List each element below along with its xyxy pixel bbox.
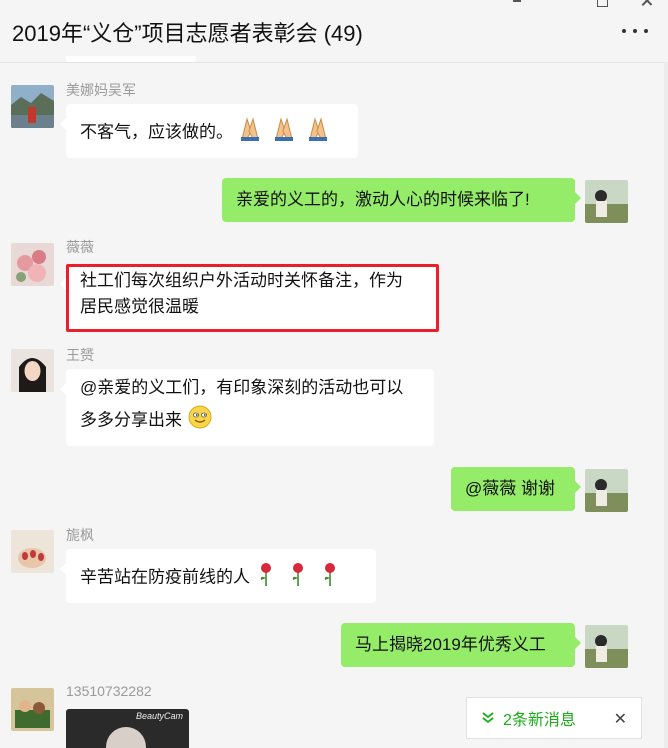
avatar[interactable] xyxy=(11,530,54,573)
self-avatar[interactable] xyxy=(585,180,628,223)
message-text: @薇薇 谢谢 xyxy=(465,479,555,498)
avatar[interactable] xyxy=(11,349,54,392)
previous-message-bubble xyxy=(66,56,196,62)
chat-header: 2019年“义仓”项目志愿者表彰会 (49) xyxy=(0,0,668,63)
sender-name: 王赟 xyxy=(66,347,94,363)
message-bubble-self[interactable]: 马上揭晓2019年优秀义工 xyxy=(341,623,581,667)
maximize-icon[interactable] xyxy=(597,0,609,8)
avatar[interactable] xyxy=(11,85,54,128)
message-bubble[interactable]: @亲爱的义工们，有印象深刻的活动也可以 多多分享出来 xyxy=(60,369,434,446)
message-bubble-self[interactable]: @薇薇 谢谢 xyxy=(451,467,581,511)
more-options-icon[interactable] xyxy=(622,26,648,36)
message-text: 不客气，应该做的。 xyxy=(80,122,233,142)
new-messages-bar[interactable]: 2条新消息 ✕ xyxy=(466,697,642,739)
sender-name: 美娜妈吴军 xyxy=(66,82,136,98)
message-text: 马上揭晓2019年优秀义工 xyxy=(355,635,546,654)
new-messages-label: 2条新消息 xyxy=(503,712,576,729)
chat-title: 2019年“义仓”项目志愿者表彰会 (49) xyxy=(12,21,363,46)
message-text-line: @亲爱的义工们，有印象深刻的活动也可以 xyxy=(80,378,404,397)
message-text: 亲爱的义工的，激动人心的时候来临了! xyxy=(236,190,530,209)
avatar[interactable] xyxy=(11,688,54,731)
message-bubble[interactable]: 不客气，应该做的。 xyxy=(60,104,358,158)
avatar[interactable] xyxy=(11,243,54,286)
pin-icon[interactable] xyxy=(510,0,524,8)
pray-hands-icon xyxy=(239,117,331,149)
highlight-annotation xyxy=(66,264,439,332)
smile-emoji-icon xyxy=(188,405,212,437)
image-message[interactable]: BeautyCam xyxy=(66,709,189,748)
message-bubble[interactable]: 辛苦站在防疫前线的人 xyxy=(60,549,376,603)
rose-icon xyxy=(256,562,340,594)
self-avatar[interactable] xyxy=(585,469,628,512)
scrollbar[interactable] xyxy=(664,62,668,748)
self-avatar[interactable] xyxy=(585,625,628,668)
message-text: 辛苦站在防疫前线的人 xyxy=(80,567,250,587)
close-window-icon[interactable] xyxy=(640,0,654,8)
close-new-messages-icon[interactable]: ✕ xyxy=(614,709,627,729)
sender-name: 薇薇 xyxy=(66,239,94,255)
double-chevron-down-icon xyxy=(482,712,494,724)
message-bubble-self[interactable]: 亲爱的义工的，激动人心的时候来临了! xyxy=(222,178,581,222)
image-watermark: BeautyCam xyxy=(135,711,183,721)
sender-name: 旎枫 xyxy=(66,527,94,543)
sender-name: 13510732282 xyxy=(66,683,152,699)
message-text-line: 多多分享出来 xyxy=(80,410,182,430)
